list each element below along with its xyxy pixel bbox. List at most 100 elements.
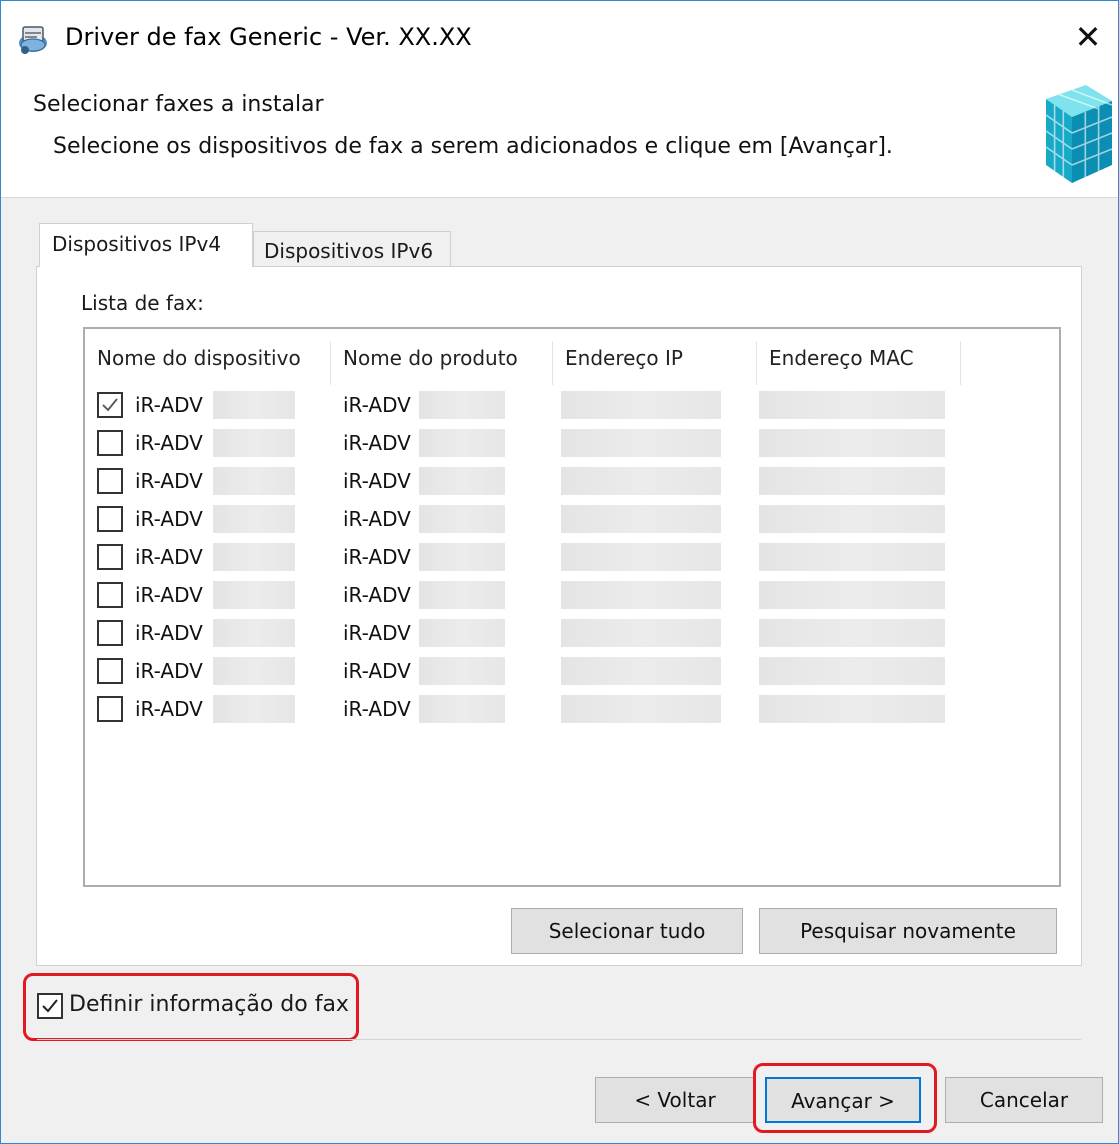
product-name-cell: iR-ADV (343, 507, 411, 531)
row-checkbox[interactable] (97, 582, 123, 608)
list-item[interactable]: iR-ADV iR-ADV (85, 501, 1059, 539)
close-icon: ✕ (1074, 18, 1102, 56)
redacted-mac-address (759, 391, 945, 419)
redacted-mac-address (759, 619, 945, 647)
back-button[interactable]: < Voltar (595, 1077, 755, 1123)
list-item[interactable]: iR-ADV iR-ADV (85, 577, 1059, 615)
redacted-mac-address (759, 581, 945, 609)
redacted-ip-address (561, 505, 721, 533)
device-name-cell: iR-ADV (135, 621, 203, 645)
fax-list-label: Lista de fax: (81, 291, 204, 315)
redacted-mac-address (759, 505, 945, 533)
close-button[interactable]: ✕ (1058, 1, 1118, 73)
redacted-device-suffix (213, 695, 295, 723)
device-name-cell: iR-ADV (135, 545, 203, 569)
redacted-device-suffix (213, 619, 295, 647)
define-fax-info-label[interactable]: Definir informação do fax (69, 989, 349, 1021)
cube-blocks-icon (1045, 85, 1113, 183)
redacted-product-suffix (419, 581, 505, 609)
column-header-device-name[interactable]: Nome do dispositivo (85, 341, 331, 385)
row-checkbox[interactable] (97, 392, 123, 418)
redacted-mac-address (759, 543, 945, 571)
product-name-cell: iR-ADV (343, 621, 411, 645)
checkmark-icon (42, 999, 58, 1013)
list-item[interactable]: iR-ADV iR-ADV (85, 425, 1059, 463)
row-checkbox[interactable] (97, 658, 123, 684)
list-item[interactable]: iR-ADV iR-ADV (85, 615, 1059, 653)
redacted-ip-address (561, 429, 721, 457)
device-name-cell: iR-ADV (135, 507, 203, 531)
next-button[interactable]: Avançar > (765, 1077, 921, 1123)
product-name-cell: iR-ADV (343, 583, 411, 607)
select-all-button[interactable]: Selecionar tudo (511, 908, 743, 954)
list-item[interactable]: iR-ADV iR-ADV (85, 691, 1059, 729)
redacted-device-suffix (213, 543, 295, 571)
redacted-ip-address (561, 543, 721, 571)
row-checkbox[interactable] (97, 544, 123, 570)
device-name-cell: iR-ADV (135, 431, 203, 455)
redacted-mac-address (759, 467, 945, 495)
row-checkbox[interactable] (97, 696, 123, 722)
redacted-product-suffix (419, 391, 505, 419)
list-item[interactable]: iR-ADV iR-ADV (85, 539, 1059, 577)
product-name-cell: iR-ADV (343, 545, 411, 569)
column-header-ip-address[interactable]: Endereço IP (553, 341, 757, 385)
column-header-product-name[interactable]: Nome do produto (331, 341, 553, 385)
separator (37, 1039, 1081, 1040)
checkmark-icon (102, 398, 118, 412)
device-name-cell: iR-ADV (135, 697, 203, 721)
column-header-mac-address[interactable]: Endereço MAC (757, 341, 961, 385)
product-name-cell: iR-ADV (343, 431, 411, 455)
device-name-cell: iR-ADV (135, 393, 203, 417)
row-checkbox[interactable] (97, 620, 123, 646)
list-item[interactable]: iR-ADV iR-ADV (85, 463, 1059, 501)
redacted-product-suffix (419, 619, 505, 647)
redacted-mac-address (759, 429, 945, 457)
redacted-device-suffix (213, 429, 295, 457)
product-name-cell: iR-ADV (343, 659, 411, 683)
window-title: Driver de fax Generic - Ver. XX.XX (65, 23, 472, 51)
tab-ipv4-devices[interactable]: Dispositivos IPv4 (39, 223, 253, 267)
redacted-device-suffix (213, 467, 295, 495)
search-again-button[interactable]: Pesquisar novamente (759, 908, 1057, 954)
row-checkbox[interactable] (97, 468, 123, 494)
redacted-mac-address (759, 695, 945, 723)
redacted-ip-address (561, 619, 721, 647)
product-name-cell: iR-ADV (343, 469, 411, 493)
title-bar: Driver de fax Generic - Ver. XX.XX ✕ (1, 1, 1118, 73)
redacted-mac-address (759, 657, 945, 685)
row-checkbox[interactable] (97, 430, 123, 456)
redacted-product-suffix (419, 657, 505, 685)
redacted-product-suffix (419, 467, 505, 495)
tab-ipv6-devices[interactable]: Dispositivos IPv6 (253, 231, 451, 269)
row-checkbox[interactable] (97, 506, 123, 532)
fax-list[interactable]: Nome do dispositivo Nome do produto Ende… (83, 327, 1061, 887)
cancel-button[interactable]: Cancelar (945, 1077, 1103, 1123)
header-title: Selecionar faxes a instalar (33, 92, 324, 117)
tab-panel-ipv4: Lista de fax: Nome do dispositivo Nome d… (36, 266, 1082, 966)
list-item[interactable]: iR-ADV iR-ADV (85, 387, 1059, 425)
redacted-ip-address (561, 695, 721, 723)
redacted-device-suffix (213, 581, 295, 609)
device-name-cell: iR-ADV (135, 659, 203, 683)
device-name-cell: iR-ADV (135, 469, 203, 493)
redacted-device-suffix (213, 657, 295, 685)
list-item[interactable]: iR-ADV iR-ADV (85, 653, 1059, 691)
redacted-device-suffix (213, 391, 295, 419)
wizard-header: Selecionar faxes a instalar Selecione os… (1, 73, 1118, 198)
redacted-product-suffix (419, 695, 505, 723)
redacted-ip-address (561, 391, 721, 419)
installer-window: Driver de fax Generic - Ver. XX.XX ✕ Sel… (0, 0, 1119, 1144)
redacted-product-suffix (419, 543, 505, 571)
header-subtitle: Selecione os dispositivos de fax a serem… (53, 134, 893, 159)
redacted-ip-address (561, 657, 721, 685)
printer-fax-icon (19, 26, 47, 54)
device-name-cell: iR-ADV (135, 583, 203, 607)
redacted-ip-address (561, 581, 721, 609)
product-name-cell: iR-ADV (343, 393, 411, 417)
redacted-product-suffix (419, 505, 505, 533)
redacted-device-suffix (213, 505, 295, 533)
redacted-product-suffix (419, 429, 505, 457)
define-fax-info-checkbox[interactable] (37, 993, 63, 1019)
redacted-ip-address (561, 467, 721, 495)
